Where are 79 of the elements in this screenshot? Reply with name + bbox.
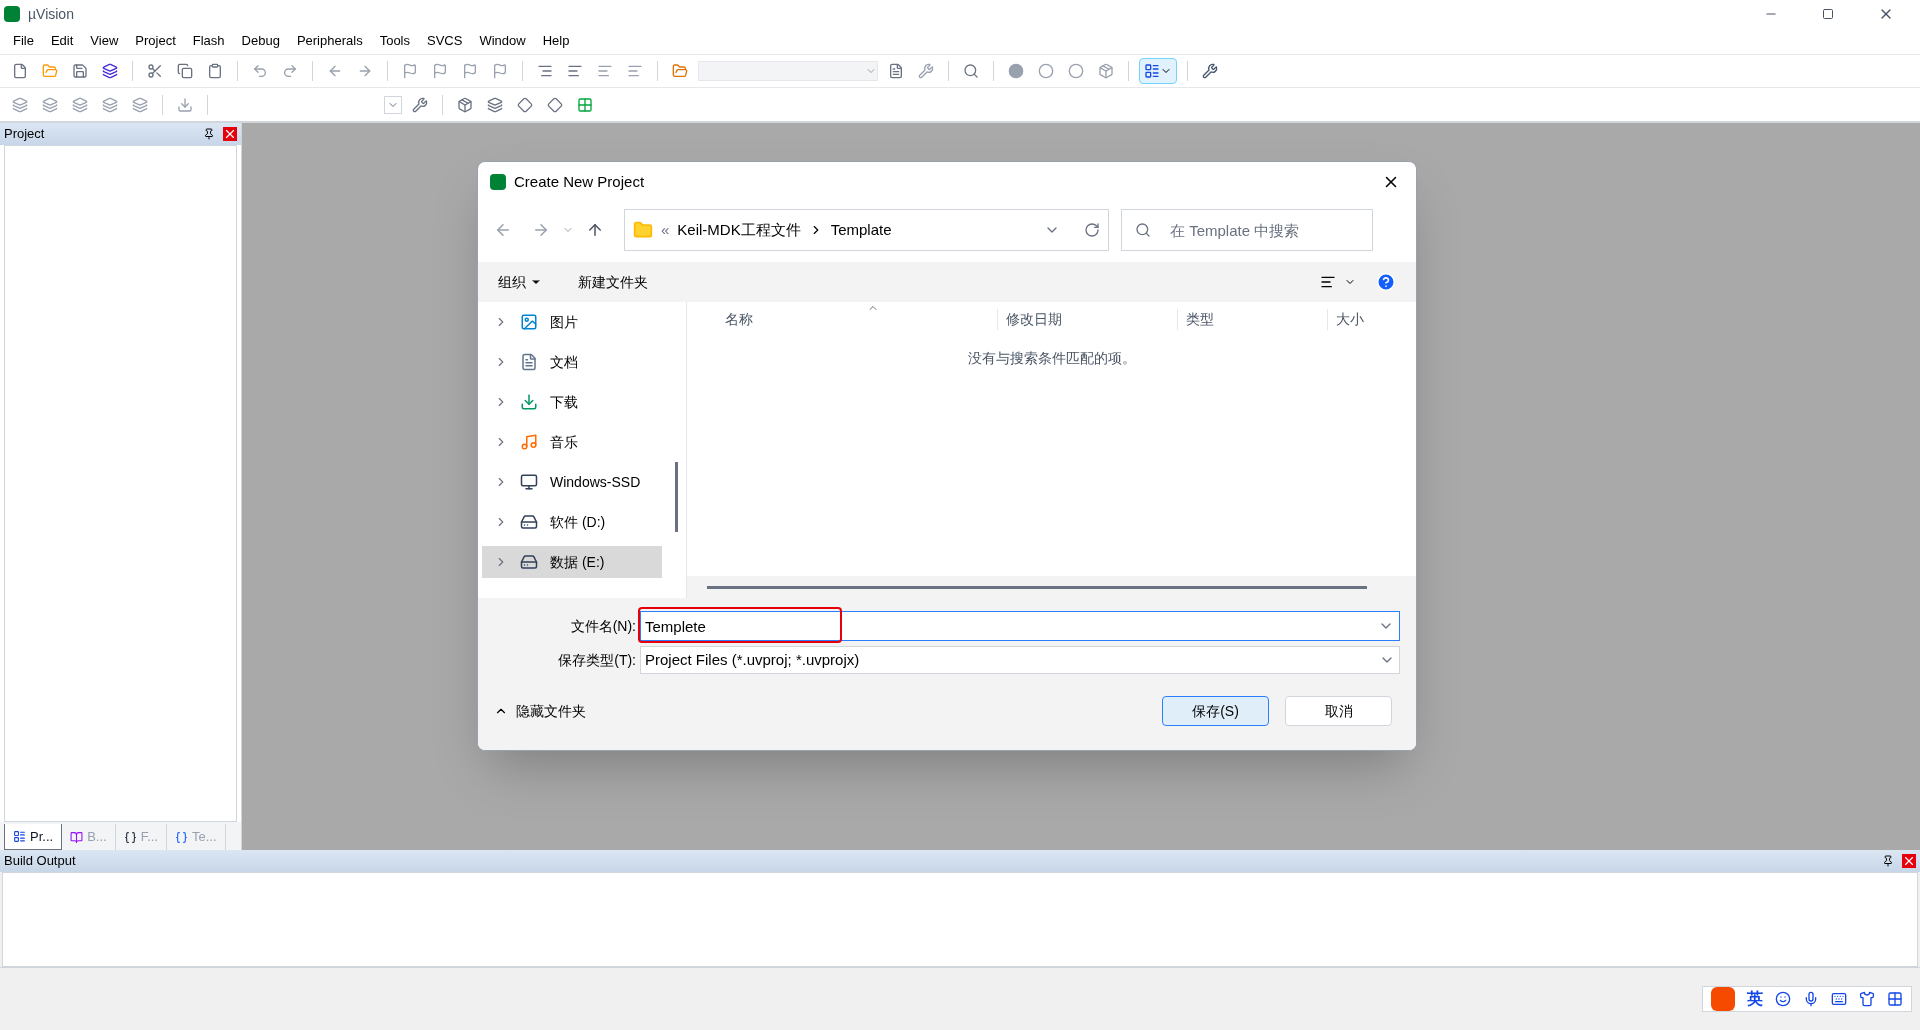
- ime-mode[interactable]: 英: [1747, 987, 1763, 1011]
- back-icon[interactable]: [494, 221, 512, 239]
- window-title: µVision: [28, 4, 74, 24]
- column-header[interactable]: 类型: [1177, 308, 1327, 330]
- menu-item[interactable]: Edit: [43, 31, 81, 51]
- dialog-title: Create New Project: [514, 171, 646, 192]
- menu-item[interactable]: SVCS: [420, 31, 470, 51]
- menu-item[interactable]: Project: [128, 31, 183, 51]
- up-icon[interactable]: [586, 221, 604, 239]
- skin-icon[interactable]: [1859, 991, 1875, 1007]
- field-label: 文件名(N):: [569, 616, 637, 636]
- nav-tree-item[interactable]: 文档: [482, 346, 662, 378]
- overflow-chevron[interactable]: «: [661, 218, 670, 242]
- menu-item[interactable]: Tools: [372, 31, 417, 51]
- emoji-icon[interactable]: [1775, 991, 1791, 1007]
- folder-icon: [633, 220, 653, 240]
- microphone-icon[interactable]: [1803, 991, 1819, 1007]
- music-icon: [520, 433, 538, 451]
- template-icon: [175, 830, 188, 844]
- field-label: 保存类型(T):: [557, 650, 637, 670]
- drive-icon: [520, 513, 538, 531]
- list-view-icon: [1320, 274, 1336, 290]
- menu-item[interactable]: File: [6, 31, 41, 51]
- ime-logo-icon: [1711, 987, 1735, 1011]
- address-bar[interactable]: « Keil-MDK工程文件 Template: [624, 209, 1109, 251]
- forward-icon[interactable]: [532, 221, 550, 239]
- grid-icon[interactable]: [1887, 991, 1903, 1007]
- search-field[interactable]: 在 Template 中搜索: [1121, 209, 1373, 251]
- nav-tree-item[interactable]: 图片: [482, 306, 662, 338]
- save-button[interactable]: 保存(S): [1162, 696, 1269, 726]
- braces-icon: [123, 830, 137, 844]
- column-header[interactable]: 名称: [687, 308, 997, 330]
- filename-field[interactable]: Templete: [640, 611, 1400, 641]
- menu-item[interactable]: Peripherals: [289, 31, 370, 51]
- panel-title: Project: [4, 125, 46, 144]
- ime-toolbar[interactable]: 英: [1702, 986, 1912, 1012]
- scrollbar-thumb[interactable]: [674, 462, 678, 532]
- menu-item[interactable]: View: [83, 31, 126, 51]
- column-header[interactable]: 大小: [1327, 308, 1364, 330]
- new-folder-button[interactable]: 新建文件夹: [578, 271, 648, 293]
- download-icon: [520, 393, 538, 411]
- nav-tree-item[interactable]: 软件 (D:): [482, 506, 662, 538]
- menu-item[interactable]: Help: [535, 31, 577, 51]
- window-layout-button[interactable]: [1139, 58, 1177, 84]
- hide-folders-toggle[interactable]: 隐藏文件夹: [494, 700, 586, 722]
- cancel-button[interactable]: 取消: [1285, 696, 1392, 726]
- project-icon: [13, 830, 26, 843]
- nav-tree-item[interactable]: 下载: [482, 386, 662, 418]
- pin-icon[interactable]: [1882, 855, 1894, 867]
- menu-item[interactable]: Debug: [234, 31, 287, 51]
- refresh-icon[interactable]: [1084, 222, 1100, 238]
- breadcrumb[interactable]: Keil-MDK工程文件: [677, 218, 801, 242]
- scrollbar-thumb[interactable]: [707, 585, 1367, 589]
- panel-title: Build Output: [4, 852, 77, 871]
- view-menu[interactable]: [1320, 274, 1356, 290]
- organize-menu[interactable]: 组织: [498, 271, 542, 293]
- document-icon: [520, 353, 538, 371]
- nav-tree-item[interactable]: 数据 (E:): [482, 546, 662, 578]
- panel-tab[interactable]: Pr...: [4, 824, 63, 850]
- window-layout-icon: [1144, 63, 1160, 79]
- empty-message: 没有与搜索条件匹配的项。: [967, 349, 1136, 368]
- app-logo-icon: [490, 174, 506, 190]
- search-icon: [1135, 222, 1151, 238]
- menu-item[interactable]: Flash: [185, 31, 232, 51]
- menu-item[interactable]: Window: [472, 31, 533, 51]
- picture-icon: [520, 313, 538, 331]
- restore-icon[interactable]: [1822, 8, 1834, 20]
- breadcrumb[interactable]: Template: [830, 218, 892, 242]
- filetype-dropdown[interactable]: Project Files (*.uvproj; *.uvprojx): [640, 646, 1400, 674]
- keyboard-icon[interactable]: [1831, 991, 1847, 1007]
- nav-tree-item[interactable]: Windows-SSD: [482, 466, 662, 498]
- app-logo-icon: [4, 6, 20, 22]
- pin-icon[interactable]: [203, 128, 215, 140]
- computer-icon: [520, 473, 538, 491]
- nav-tree-item[interactable]: 音乐: [482, 426, 662, 458]
- column-header[interactable]: 修改日期: [997, 308, 1177, 330]
- help-icon[interactable]: [1376, 272, 1396, 292]
- drive-icon: [520, 553, 538, 571]
- book-icon: [70, 830, 84, 844]
